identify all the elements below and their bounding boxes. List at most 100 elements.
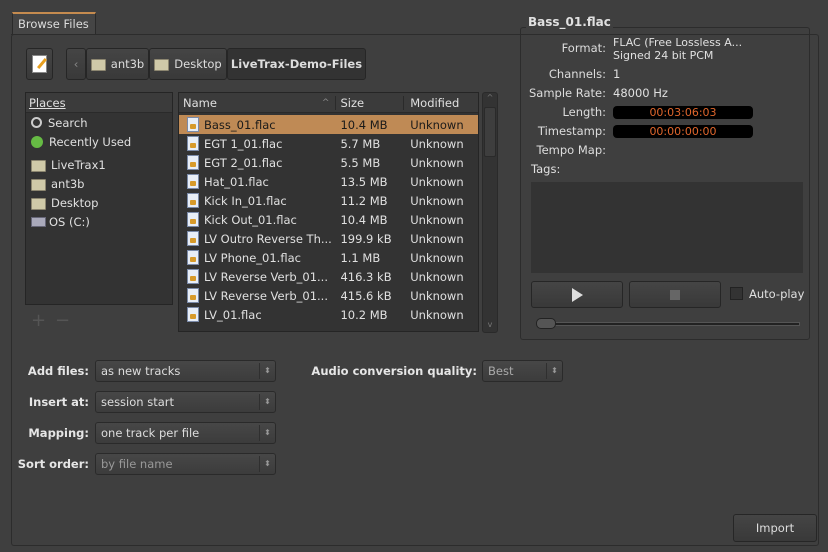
file-size: 10.4 MB xyxy=(340,212,388,227)
file-info-title: Bass_01.flac xyxy=(526,15,613,29)
places-pane: Places Search Recently Used LiveTrax1 an… xyxy=(25,92,173,305)
breadcrumb-desktop[interactable]: Desktop xyxy=(149,48,227,80)
mapping-label: Mapping: xyxy=(28,426,89,440)
folder-icon xyxy=(90,59,106,71)
channels-label: Channels: xyxy=(548,67,606,81)
place-recently-used[interactable]: Recently Used xyxy=(26,132,172,151)
place-ant3b[interactable]: ant3b xyxy=(26,174,172,193)
combo-value: Best xyxy=(488,364,514,378)
import-label: Import xyxy=(755,521,795,535)
scroll-up-icon[interactable]: ^ xyxy=(483,93,497,105)
column-modified[interactable]: Modified xyxy=(404,96,478,110)
file-list-scrollbar[interactable]: ^ v xyxy=(482,92,498,333)
file-row[interactable]: Bass_01.flac 10.4 MB Unknown xyxy=(179,115,478,134)
timestamp-label: Timestamp: xyxy=(537,124,606,138)
tempo-map-label: Tempo Map: xyxy=(536,143,606,157)
breadcrumb-label: LiveTrax-Demo-Files xyxy=(230,57,363,71)
folder-icon xyxy=(31,159,46,172)
file-modified: Unknown xyxy=(410,155,464,170)
file-row[interactable]: LV Phone_01.flac 1.1 MB Unknown xyxy=(179,248,478,267)
audio-file-icon xyxy=(187,250,199,265)
chevron-left-icon: ‹ xyxy=(73,57,79,71)
seek-slider[interactable] xyxy=(538,322,800,326)
insert-at-label: Insert at: xyxy=(28,395,89,409)
format-value: FLAC (Free Lossless A... Signed 24 bit PC… xyxy=(613,36,742,62)
file-row[interactable]: EGT 2_01.flac 5.5 MB Unknown xyxy=(179,153,478,172)
place-os-c[interactable]: OS (C:) xyxy=(26,212,172,231)
audio-file-icon xyxy=(187,193,199,208)
autoplay-checkbox[interactable] xyxy=(730,287,743,300)
place-livetrax1[interactable]: LiveTrax1 xyxy=(26,155,172,174)
updown-icon: ⬍ xyxy=(259,456,275,472)
folder-icon xyxy=(31,178,46,191)
sample-rate-value: 48000 Hz xyxy=(613,86,668,100)
file-row[interactable]: Kick Out_01.flac 10.4 MB Unknown xyxy=(179,210,478,229)
place-desktop[interactable]: Desktop xyxy=(26,193,172,212)
breadcrumb-livetrax-demo-files[interactable]: LiveTrax-Demo-Files xyxy=(227,48,366,80)
file-name-cell: LV_01.flac xyxy=(179,307,336,322)
audio-file-icon xyxy=(187,269,199,284)
folder-icon xyxy=(154,59,170,71)
file-name-cell: Bass_01.flac xyxy=(179,117,336,132)
seek-slider-handle[interactable] xyxy=(536,318,556,329)
file-name-cell: EGT 1_01.flac xyxy=(179,136,336,151)
file-modified: Unknown xyxy=(410,307,464,322)
audio-file-icon xyxy=(187,117,199,132)
file-name: LV Reverse Verb_01... xyxy=(204,288,328,303)
file-name: Bass_01.flac xyxy=(204,117,276,132)
tab-browse-files[interactable]: Browse Files xyxy=(12,12,96,35)
file-name-cell: Hat_01.flac xyxy=(179,174,336,189)
file-row[interactable]: LV Outro Reverse Th... 199.9 kB Unknown xyxy=(179,229,478,248)
sort-order-combo[interactable]: by file name ⬍ xyxy=(95,453,276,475)
places-header-label: Places xyxy=(29,95,66,110)
tags-textarea[interactable] xyxy=(531,182,803,273)
combo-value: session start xyxy=(101,395,175,409)
file-modified: Unknown xyxy=(410,136,464,151)
audio-file-icon xyxy=(187,155,199,170)
place-label: Search xyxy=(48,115,88,130)
file-row[interactable]: Hat_01.flac 13.5 MB Unknown xyxy=(179,172,478,191)
file-list: Name ^ Size Modified Bass_01.flac 10.4 MB U… xyxy=(178,92,479,332)
remove-place-button[interactable]: − xyxy=(55,310,70,331)
mapping-combo[interactable]: one track per file ⬍ xyxy=(95,422,276,444)
column-size[interactable]: Size xyxy=(336,95,405,110)
autoplay-label: Auto-play xyxy=(749,287,805,301)
file-size: 10.4 MB xyxy=(340,117,388,132)
file-size: 199.9 kB xyxy=(340,231,392,246)
breadcrumb-ant3b[interactable]: ant3b xyxy=(86,48,149,80)
file-row[interactable]: Kick In_01.flac 11.2 MB Unknown xyxy=(179,191,478,210)
place-search[interactable]: Search xyxy=(26,113,172,132)
file-modified: Unknown xyxy=(410,212,464,227)
file-row[interactable]: LV Reverse Verb_01... 416.3 kB Unknown xyxy=(179,267,478,286)
breadcrumb-label: Desktop xyxy=(174,57,222,71)
sort-order-label: Sort order: xyxy=(17,457,89,471)
file-name: LV Outro Reverse Th... xyxy=(204,231,332,246)
add-files-combo[interactable]: as new tracks ⬍ xyxy=(95,360,276,382)
recent-icon xyxy=(31,135,43,148)
file-name: LV_01.flac xyxy=(204,307,262,322)
file-row[interactable]: LV Reverse Verb_01... 415.6 kB Unknown xyxy=(179,286,478,305)
quality-label: Audio conversion quality: xyxy=(311,364,477,378)
updown-icon: ⬍ xyxy=(546,363,562,379)
drive-icon xyxy=(31,216,46,227)
audio-file-icon xyxy=(187,174,199,189)
insert-at-combo[interactable]: session start ⬍ xyxy=(95,391,276,413)
quality-combo[interactable]: Best ⬍ xyxy=(482,360,563,382)
place-label: ant3b xyxy=(51,176,85,191)
place-label: OS (C:) xyxy=(49,214,90,229)
stop-button[interactable] xyxy=(629,281,721,308)
column-name[interactable]: Name ^ xyxy=(179,95,337,110)
file-modified: Unknown xyxy=(410,117,464,132)
back-button[interactable]: ‹ xyxy=(66,48,86,80)
audio-file-icon xyxy=(187,136,199,151)
add-place-button[interactable]: + xyxy=(31,310,46,331)
search-icon xyxy=(31,117,42,128)
scroll-down-icon[interactable]: v xyxy=(483,320,497,332)
file-row[interactable]: LV_01.flac 10.2 MB Unknown xyxy=(179,305,478,324)
tags-label: Tags: xyxy=(531,162,561,176)
type-location-button[interactable] xyxy=(26,48,53,80)
import-button[interactable]: Import xyxy=(733,514,817,542)
file-row[interactable]: EGT 1_01.flac 5.7 MB Unknown xyxy=(179,134,478,153)
play-button[interactable] xyxy=(531,281,623,308)
scrollbar-thumb[interactable] xyxy=(484,107,496,157)
